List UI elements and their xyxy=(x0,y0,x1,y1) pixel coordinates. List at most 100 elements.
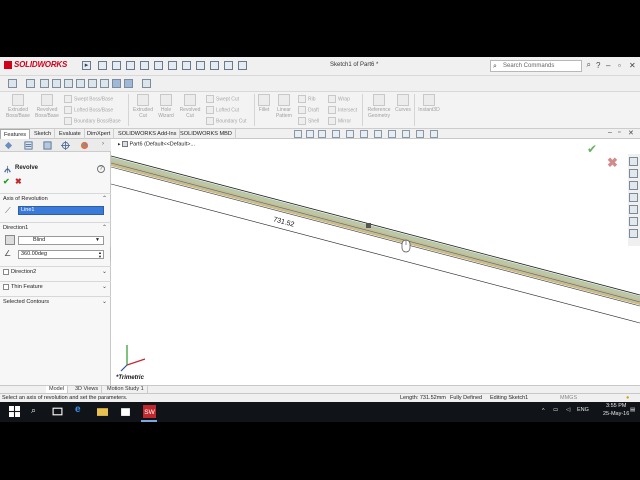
boundary-boss-button[interactable]: Boundary Boss/Base xyxy=(64,117,121,125)
rebuild-status-icon[interactable]: ● xyxy=(626,394,629,402)
restore-button[interactable]: ▫ xyxy=(618,61,621,70)
print-icon[interactable] xyxy=(140,61,149,70)
tab-evaluate[interactable]: Evaluate xyxy=(56,129,85,139)
dynamic-annotation-icon[interactable] xyxy=(346,130,354,138)
reference-geometry-button[interactable]: Reference Geometry xyxy=(364,94,394,119)
extruded-cut-button[interactable]: Extruded Cut xyxy=(131,94,155,119)
solidworks-resources-icon[interactable] xyxy=(629,157,638,166)
search-commands-input[interactable]: ⌕ Search Commands ⌕ xyxy=(490,60,591,72)
zoom-to-area-icon[interactable] xyxy=(306,130,314,138)
panel-minimize-button[interactable]: – xyxy=(608,129,612,136)
rectangle-icon[interactable] xyxy=(52,79,61,88)
fillet-button[interactable]: Fillet xyxy=(256,94,272,113)
axis-of-revolution-field[interactable]: Line1 xyxy=(18,206,104,215)
mirror-button[interactable]: Mirror xyxy=(328,117,351,125)
sketch-line-top[interactable] xyxy=(111,155,640,296)
language-indicator[interactable]: ENG xyxy=(577,407,589,413)
rib-button[interactable]: Rib xyxy=(298,95,316,103)
network-icon[interactable]: ▭ xyxy=(553,407,558,413)
angle-spinner[interactable]: ▲ ▼ xyxy=(98,251,102,259)
edit-appearance-icon[interactable] xyxy=(402,130,410,138)
selected-contours-section[interactable]: Selected Contours ⌄ xyxy=(0,296,111,307)
clock-time[interactable]: 3:55 PM xyxy=(606,403,626,409)
axis-of-revolution-section[interactable]: Axis of Revolution ⌃ xyxy=(0,193,111,204)
circle-icon[interactable] xyxy=(64,79,73,88)
mirror-entities-icon[interactable] xyxy=(112,79,121,88)
view-palette-icon[interactable] xyxy=(629,193,638,202)
instant3d-button[interactable]: Instant3D xyxy=(415,94,443,113)
feature-manager-tab-icon[interactable] xyxy=(4,141,13,150)
reverse-direction-button[interactable] xyxy=(5,235,15,245)
swept-boss-button[interactable]: Swept Boss/Base xyxy=(64,95,113,103)
property-manager-tab-icon[interactable] xyxy=(24,141,33,150)
solidworks-logo[interactable]: SOLIDWORKS xyxy=(4,60,67,69)
open-file-icon[interactable] xyxy=(112,61,121,70)
options-icon[interactable] xyxy=(224,61,233,70)
appearances-icon[interactable] xyxy=(629,205,638,214)
tray-chevron-icon[interactable]: ^ xyxy=(542,408,545,414)
panel-restore-button[interactable]: ▫ xyxy=(618,129,620,136)
draft-button[interactable]: Draft xyxy=(298,106,319,114)
line-icon[interactable] xyxy=(40,79,49,88)
extruded-boss-button[interactable]: Extruded Boss/Base xyxy=(3,94,33,119)
angle-input[interactable]: 360.00deg ▲ ▼ xyxy=(18,250,104,259)
file-properties-icon[interactable] xyxy=(210,61,219,70)
clock-date[interactable]: 25-May-16 xyxy=(603,411,629,417)
cancel-button[interactable]: ✖ xyxy=(15,177,22,186)
hole-wizard-button[interactable]: Hole Wizard xyxy=(155,94,177,119)
windows-start-icon[interactable] xyxy=(9,406,20,417)
view-settings-icon[interactable] xyxy=(430,130,438,138)
exit-sketch-icon[interactable] xyxy=(8,79,17,88)
graphics-area[interactable]: ▸ Part6 (Default<<Default>... ✔ ✖ 731.52… xyxy=(111,139,640,385)
sketch-point[interactable] xyxy=(366,223,371,228)
direction2-section[interactable]: Direction2 ⌄ xyxy=(0,266,111,277)
panel-expand-icon[interactable]: › xyxy=(102,141,104,147)
intersect-button[interactable]: Intersect xyxy=(328,106,357,114)
section-view-icon[interactable] xyxy=(332,130,340,138)
rebuild-icon[interactable] xyxy=(196,61,205,70)
lofted-boss-button[interactable]: Lofted Boss/Base xyxy=(64,106,113,114)
sketch-line-bottom[interactable] xyxy=(111,166,640,307)
boundary-cut-button[interactable]: Boundary Cut xyxy=(206,117,247,125)
smart-dimension-icon[interactable] xyxy=(26,79,35,88)
store-icon[interactable] xyxy=(120,406,131,417)
task-view-icon[interactable] xyxy=(52,406,63,417)
axis-line[interactable] xyxy=(111,162,640,303)
tab-solidworks-addins[interactable]: SOLIDWORKS Add-Ins xyxy=(115,129,181,139)
wrap-button[interactable]: Wrap xyxy=(328,95,350,103)
help-button[interactable]: ? xyxy=(97,165,105,173)
edge-browser-icon[interactable]: e xyxy=(75,404,81,415)
swept-cut-button[interactable]: Swept Cut xyxy=(206,95,239,103)
thin-feature-checkbox[interactable] xyxy=(3,283,9,290)
tab-motion-study[interactable]: Motion Study 1 xyxy=(104,386,148,393)
design-library-icon[interactable] xyxy=(629,169,638,178)
direction-type-select[interactable]: Blind ▼ xyxy=(18,236,104,245)
notifications-icon[interactable]: ▤ xyxy=(630,407,635,413)
minimize-button[interactable]: – xyxy=(606,61,610,70)
select-icon[interactable] xyxy=(182,61,191,70)
spline-icon[interactable] xyxy=(88,79,97,88)
solidworks-taskbar-icon[interactable]: SW xyxy=(143,405,156,418)
tab-dimxpert[interactable]: DimXpert xyxy=(84,129,115,139)
save-icon[interactable] xyxy=(126,61,135,70)
file-explorer-icon[interactable] xyxy=(97,406,108,417)
help-icon[interactable]: ? xyxy=(596,61,600,70)
undo-icon[interactable] xyxy=(154,61,163,70)
direction2-checkbox[interactable] xyxy=(3,268,9,275)
solidworks-forum-icon[interactable] xyxy=(629,229,638,238)
previous-view-icon[interactable] xyxy=(318,130,326,138)
custom-properties-icon[interactable] xyxy=(629,217,638,226)
status-units[interactable]: MMGS xyxy=(560,394,577,402)
revolved-cut-button[interactable]: Revolved Cut xyxy=(178,94,202,119)
menu-arrow-icon[interactable]: ▸ xyxy=(82,61,91,70)
display-manager-tab-icon[interactable] xyxy=(80,141,89,150)
ok-button[interactable]: ✔ xyxy=(3,177,10,186)
redo-icon[interactable] xyxy=(168,61,177,70)
lofted-cut-button[interactable]: Lofted Cut xyxy=(206,106,239,114)
thin-feature-section[interactable]: Thin Feature ⌄ xyxy=(0,281,111,292)
curves-button[interactable]: Curves xyxy=(393,94,413,113)
pattern-icon[interactable] xyxy=(124,79,133,88)
tab-sketch[interactable]: Sketch xyxy=(31,129,56,139)
dimxpert-manager-tab-icon[interactable] xyxy=(61,141,70,150)
direction1-section[interactable]: Direction1 ⌃ xyxy=(0,222,111,233)
